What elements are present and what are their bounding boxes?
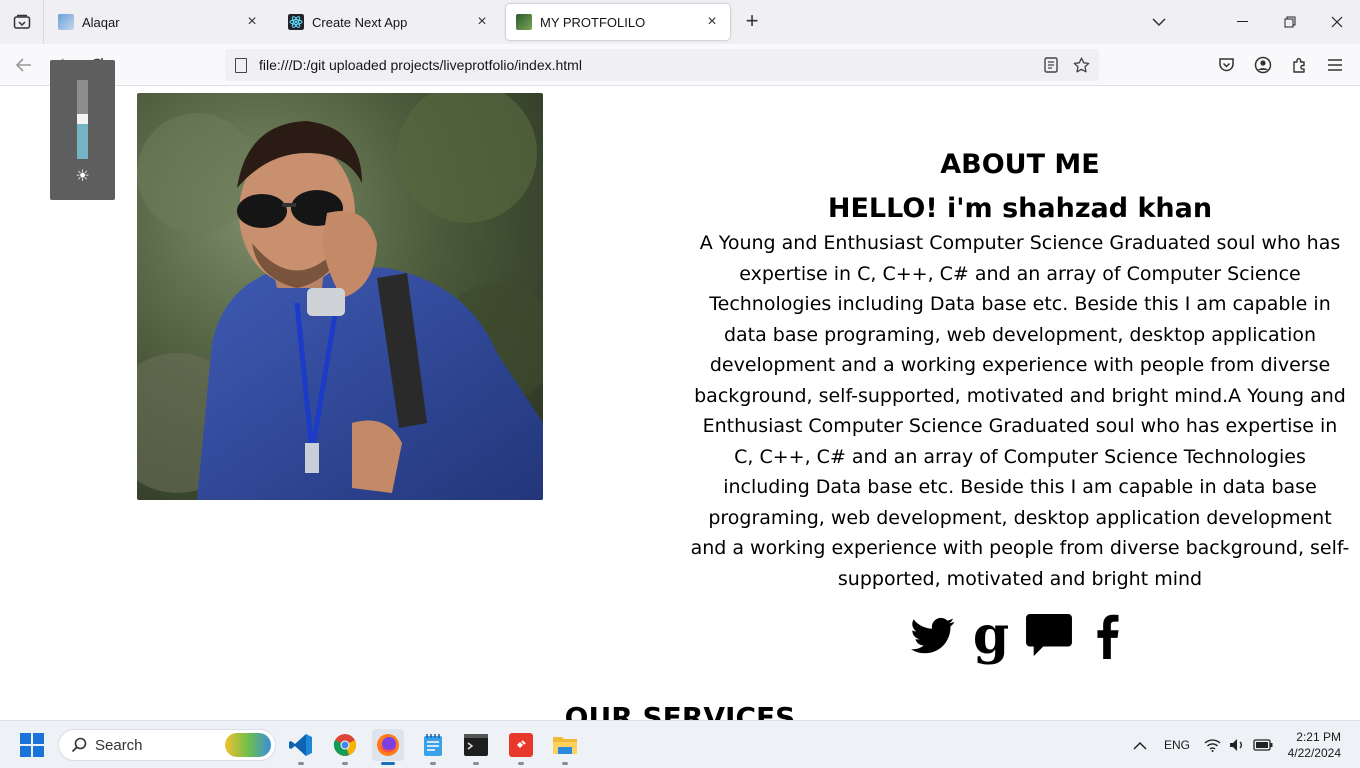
google-icon[interactable]: g [968,610,1014,662]
terminal-taskbar-icon[interactable] [460,729,492,765]
file-explorer-taskbar-icon[interactable] [549,729,581,765]
services-title: OUR SERVICES [564,701,796,720]
back-button[interactable] [11,52,37,78]
menu-icon[interactable] [1324,54,1346,76]
clock-time: 2:21 PM [1296,730,1341,744]
tab-list-button[interactable] [0,0,44,44]
close-icon[interactable]: × [704,13,720,30]
pocket-icon[interactable] [1215,54,1237,76]
tabs-icon [13,14,30,29]
vscode-taskbar-icon[interactable] [285,729,317,765]
chevron-down-icon [1152,18,1166,27]
git-taskbar-icon[interactable] [505,729,537,765]
minimize-icon [1237,21,1248,22]
language-indicator[interactable]: ENG [1164,721,1190,768]
social-links: g [690,610,1350,662]
portfolio-favicon-icon [516,14,532,30]
minimize-button[interactable] [1220,0,1266,44]
brightness-sun-icon: ☀ [75,168,90,185]
page-content: ABOUT ME HELLO! i'm shahzad khan A Young… [0,86,1360,720]
clock-date: 4/22/2024 [1287,746,1341,760]
start-button[interactable] [20,733,44,757]
firefox-taskbar-icon[interactable] [372,729,404,765]
hello-heading: HELLO! i'm shahzad khan [827,193,1213,224]
brightness-slider[interactable] [77,80,88,159]
profile-photo [137,93,543,500]
react-favicon-icon [288,14,304,30]
volume-icon [1230,739,1242,751]
navigation-bar: file:///D:/git uploaded projects/livepro… [0,44,1360,86]
search-label: Search [95,736,143,754]
taskbar-search[interactable]: Search [58,729,276,761]
tab-create-next-app[interactable]: Create Next App × [278,4,500,40]
taskbar: Search ENG 2:21 PM 4/22/2024 [0,720,1360,768]
chevron-up-icon [1133,741,1147,750]
bio-text: A Young and Enthusiast Computer Science … [690,232,1350,590]
clock[interactable]: 2:21 PM 4/22/2024 [1285,721,1341,768]
close-window-button[interactable] [1314,0,1360,44]
close-icon [1331,16,1343,28]
tab-alaqar[interactable]: Alaqar × [48,4,270,40]
page-icon [235,57,247,73]
url-text[interactable]: file:///D:/git uploaded projects/livepro… [259,57,1039,73]
search-highlight-icon [225,733,271,757]
bookmark-star-icon[interactable] [1069,53,1093,77]
system-status-group[interactable] [1204,721,1273,768]
reader-view-icon[interactable] [1039,53,1063,77]
brightness-level-fill [77,124,88,159]
notepad-taskbar-icon[interactable] [417,729,449,765]
close-icon[interactable]: × [244,13,260,30]
about-title: ABOUT ME [940,149,1100,180]
arrow-left-icon [16,58,31,72]
wifi-icon [1204,739,1221,752]
windows-logo-icon [20,733,31,744]
show-hidden-icons-button[interactable] [1133,721,1147,768]
chat-icon[interactable] [1026,612,1072,660]
twitter-icon[interactable] [910,612,956,660]
brightness-overlay: ☀ [50,60,115,200]
facebook-icon[interactable] [1084,612,1130,660]
maximize-button[interactable] [1267,0,1313,44]
tab-bar: Alaqar × Create Next App × MY PROTFOLILO… [0,0,1360,44]
about-section: ABOUT ME HELLO! i'm shahzad khan A Young… [690,148,1350,662]
alaqar-favicon-icon [58,14,74,30]
list-all-tabs-button[interactable] [1136,0,1182,44]
new-tab-button[interactable]: + [740,10,764,34]
address-bar[interactable]: file:///D:/git uploaded projects/livepro… [225,49,1099,81]
tab-my-portfolio[interactable]: MY PROTFOLILO × [506,4,730,40]
brightness-thumb[interactable] [77,114,88,124]
extensions-icon[interactable] [1288,54,1310,76]
battery-icon [1253,739,1273,751]
chrome-taskbar-icon[interactable] [329,729,361,765]
search-icon [71,737,87,753]
account-icon[interactable] [1252,54,1274,76]
close-icon[interactable]: × [474,13,490,30]
restore-icon [1284,16,1296,28]
